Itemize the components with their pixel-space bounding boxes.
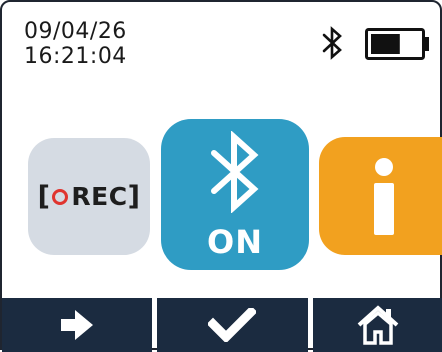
home-button[interactable] <box>312 298 442 352</box>
arrow-right-icon <box>61 310 94 340</box>
bottom-nav-bar <box>2 298 442 352</box>
record-icon <box>52 188 69 205</box>
device-screen: 09/04/26 16:21:04 [ REC ] ON <box>0 0 442 352</box>
battery-level-fill <box>371 34 400 54</box>
next-button[interactable] <box>2 298 153 352</box>
bluetooth-icon <box>211 130 259 213</box>
info-icon <box>374 158 394 235</box>
status-date: 09/04/26 <box>24 19 127 44</box>
checkmark-icon <box>208 308 257 342</box>
info-button[interactable] <box>319 137 442 255</box>
record-button[interactable]: [ REC ] <box>28 138 150 255</box>
bluetooth-status-label: ON <box>207 222 263 261</box>
bluetooth-icon <box>322 26 342 60</box>
confirm-button[interactable] <box>157 298 308 352</box>
home-icon <box>357 305 399 345</box>
record-label: [ REC ] <box>37 181 141 212</box>
status-time: 16:21:04 <box>24 44 127 69</box>
battery-icon <box>365 28 429 60</box>
record-text: REC <box>71 182 128 211</box>
bluetooth-toggle-button[interactable]: ON <box>161 119 309 270</box>
